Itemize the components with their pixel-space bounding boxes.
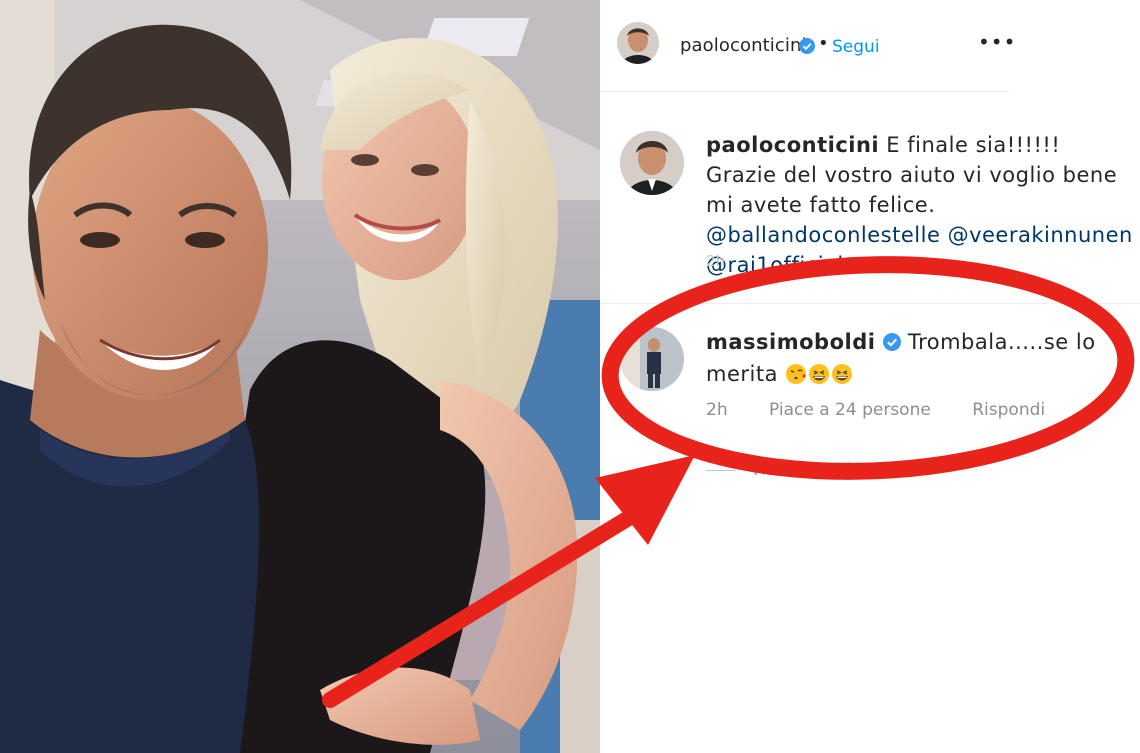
more-options-icon[interactable]: ••• — [978, 30, 1016, 54]
comment-item: massimoboldi Trombala.....se lo merita 2… — [600, 305, 1140, 455]
author-username[interactable]: paoloconticini — [680, 35, 807, 56]
commenter-avatar-image — [620, 327, 684, 391]
caption-avatar-image — [620, 131, 684, 195]
follow-button[interactable]: Segui — [832, 37, 880, 57]
commenter-avatar[interactable] — [620, 327, 684, 391]
view-replies-link[interactable]: Visualizza risposte — [706, 460, 907, 480]
grinning-face-icon — [808, 363, 830, 385]
caption-username[interactable]: paoloconticini — [706, 133, 879, 157]
mention-ballandoconlestelle[interactable]: @ballandoconlestelle — [706, 223, 940, 247]
post-image — [0, 0, 600, 753]
comment-timestamp: 2h — [706, 400, 728, 420]
view-replies-label: Visualizza risposte — [750, 460, 907, 480]
mention-rai1official[interactable]: @rai1official — [706, 253, 844, 277]
caption-avatar[interactable] — [620, 131, 684, 195]
grinning-face-icon — [831, 363, 853, 385]
separator-dot: • — [818, 33, 829, 54]
commenter-username[interactable]: massimoboldi — [706, 330, 875, 354]
post-caption: paoloconticini E finale sia!!!!!! Grazie… — [600, 92, 1140, 304]
author-avatar[interactable] — [617, 22, 659, 64]
comment-meta: 2h Piace a 24 persone Rispondi — [706, 400, 1045, 420]
mention-veerakinnunen[interactable]: @veerakinnunen — [948, 223, 1133, 247]
post-header: paoloconticini • Segui ••• — [600, 0, 1015, 92]
author-avatar-image — [617, 22, 659, 64]
post-photo[interactable] — [0, 0, 600, 753]
replies-divider — [706, 469, 736, 471]
comment-likes-link[interactable]: Piace a 24 persone — [769, 400, 931, 420]
commenter-verified-badge-icon — [882, 329, 901, 359]
comment-text: massimoboldi Trombala.....se lo merita — [706, 327, 1106, 389]
kissing-face-icon — [785, 363, 807, 385]
caption-text: paoloconticini E finale sia!!!!!! Grazie… — [706, 130, 1136, 280]
verified-badge-icon — [799, 38, 815, 58]
caption-timestamp: 2h — [706, 252, 726, 270]
reply-button[interactable]: Rispondi — [972, 400, 1045, 420]
post-panel: paoloconticini • Segui ••• paoloconticin… — [600, 0, 1140, 753]
